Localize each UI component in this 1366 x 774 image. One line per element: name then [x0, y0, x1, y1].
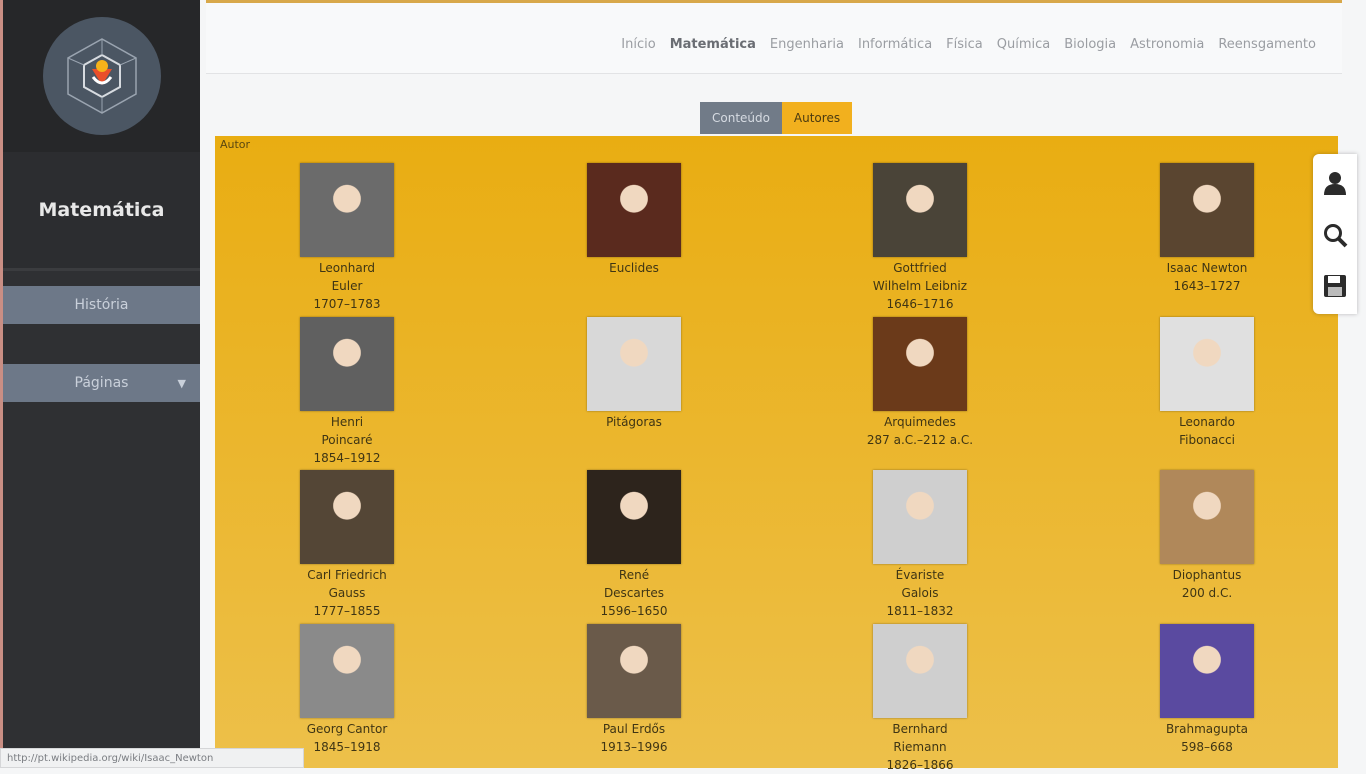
nav-matematica[interactable]: Matemática	[670, 37, 756, 52]
author-name: Paul Erdős	[602, 722, 666, 736]
search-icon[interactable]	[1322, 222, 1348, 252]
author-portrait[interactable]	[300, 317, 394, 411]
author-name: Gottfried	[893, 261, 947, 275]
author-years: 1707–1783	[313, 297, 381, 311]
author-years: 1596–1650	[600, 604, 668, 618]
author-name: Georg Cantor	[306, 722, 388, 736]
author-portrait[interactable]	[873, 317, 967, 411]
author-name: Leonardo	[1179, 415, 1235, 429]
tab-autores[interactable]: Autores	[782, 102, 852, 134]
tab-conteudo[interactable]: Conteúdo	[700, 102, 782, 134]
top-bar: Início Matemática Engenharia Informática…	[206, 0, 1342, 74]
author-name: Pitágoras	[606, 415, 662, 429]
app-logo[interactable]	[42, 17, 161, 135]
author-portrait[interactable]	[873, 470, 967, 564]
top-navigation: Início Matemática Engenharia Informática…	[621, 37, 1316, 52]
sidebar-item-paginas[interactable]: Páginas ▼	[3, 364, 200, 402]
author-portrait[interactable]	[300, 624, 394, 718]
sidebar-item-historia[interactable]: História	[3, 286, 200, 324]
author-card[interactable]: Henri Poincaré 1854–1912	[247, 317, 447, 467]
author-name: Gauss	[328, 586, 366, 600]
author-portrait[interactable]	[587, 317, 681, 411]
author-name: Évariste	[895, 568, 945, 582]
author-card[interactable]: Paul Erdős 1913–1996	[534, 624, 734, 756]
author-name: 287 a.C.–212 a.C.	[866, 433, 974, 447]
author-name: Descartes	[603, 586, 665, 600]
content-tabs: Conteúdo Autores	[700, 102, 852, 134]
author-portrait[interactable]	[587, 470, 681, 564]
author-name: Carl Friedrich	[307, 568, 387, 582]
author-name: Poincaré	[321, 433, 373, 447]
authors-panel: Autor Leonhard Euler 1707–1783 Euclides Gott…	[215, 136, 1338, 772]
author-years: 1854–1912	[313, 451, 381, 465]
author-portrait[interactable]	[587, 624, 681, 718]
author-portrait[interactable]	[1160, 163, 1254, 257]
author-name: 200 d.C.	[1181, 586, 1233, 600]
sidebar-item-label: Páginas	[74, 375, 129, 391]
author-card[interactable]: Bernhard Riemann 1826–1866	[820, 624, 1020, 774]
nav-quimica[interactable]: Química	[997, 37, 1050, 52]
author-name: 598–668	[1181, 740, 1233, 754]
tool-panel	[1313, 154, 1357, 314]
author-portrait[interactable]	[1160, 317, 1254, 411]
author-name: Euler	[331, 279, 363, 293]
author-card[interactable]: Euclides	[534, 163, 734, 277]
sidebar-item-label: História	[74, 297, 129, 313]
author-name: 1913–1996	[600, 740, 668, 754]
author-card[interactable]: Évariste Galois 1811–1832	[820, 470, 1020, 620]
author-name: 1643–1727	[1173, 279, 1241, 293]
sidebar: Matemática História Páginas ▼	[0, 0, 200, 768]
author-card[interactable]: Isaac Newton 1643–1727	[1107, 163, 1307, 295]
author-card[interactable]: Arquimedes 287 a.C.–212 a.C.	[820, 317, 1020, 449]
author-years: 1826–1866	[886, 758, 954, 772]
nav-inicio[interactable]: Início	[621, 37, 655, 52]
author-portrait[interactable]	[300, 163, 394, 257]
author-name: Wilhelm Leibniz	[872, 279, 968, 293]
author-years: 1646–1716	[886, 297, 954, 311]
user-icon[interactable]	[1322, 170, 1348, 200]
author-card[interactable]: Diophantus 200 d.C.	[1107, 470, 1307, 602]
author-portrait[interactable]	[873, 163, 967, 257]
author-name: Brahmagupta	[1165, 722, 1249, 736]
nav-reensgamento[interactable]: Reensgamento	[1218, 37, 1316, 52]
author-name: René	[618, 568, 650, 582]
author-years: 1777–1855	[313, 604, 381, 618]
author-name: Henri	[330, 415, 364, 429]
status-bar: http://pt.wikipedia.org/wiki/Isaac_Newto…	[0, 748, 304, 768]
nav-biologia[interactable]: Biologia	[1064, 37, 1116, 52]
author-card[interactable]: Pitágoras	[534, 317, 734, 431]
author-portrait[interactable]	[1160, 624, 1254, 718]
author-portrait[interactable]	[587, 163, 681, 257]
author-card[interactable]: Leonardo Fibonacci	[1107, 317, 1307, 449]
author-portrait[interactable]	[300, 470, 394, 564]
content-heading: Autor	[220, 138, 251, 151]
author-card[interactable]: Brahmagupta 598–668	[1107, 624, 1307, 756]
author-card[interactable]: René Descartes 1596–1650	[534, 470, 734, 620]
author-name: Galois	[901, 586, 939, 600]
author-name: Arquimedes	[884, 415, 956, 429]
author-name: Leonhard	[318, 261, 376, 275]
author-card[interactable]: Gottfried Wilhelm Leibniz 1646–1716	[820, 163, 1020, 313]
logo-area	[3, 0, 200, 152]
nav-astronomia[interactable]: Astronomia	[1130, 37, 1204, 52]
nav-engenharia[interactable]: Engenharia	[770, 37, 844, 52]
author-years: 1811–1832	[886, 604, 954, 618]
nav-fisica[interactable]: Física	[946, 37, 983, 52]
author-name: Fibonacci	[1179, 433, 1235, 447]
author-card[interactable]: Leonhard Euler 1707–1783	[247, 163, 447, 313]
save-icon[interactable]	[1323, 274, 1347, 302]
author-name: Bernhard	[892, 722, 948, 736]
author-name: Diophantus	[1172, 568, 1242, 582]
sidebar-title: Matemática	[3, 152, 200, 271]
author-portrait[interactable]	[1160, 470, 1254, 564]
author-name: Riemann	[893, 740, 947, 754]
nav-informatica[interactable]: Informática	[858, 37, 932, 52]
author-card[interactable]: Carl Friedrich Gauss 1777–1855	[247, 470, 447, 620]
author-portrait[interactable]	[873, 624, 967, 718]
author-name: Isaac Newton	[1166, 261, 1248, 275]
author-card[interactable]: Georg Cantor 1845–1918	[247, 624, 447, 756]
author-name: Euclides	[609, 261, 659, 275]
chevron-down-icon: ▼	[177, 376, 186, 390]
